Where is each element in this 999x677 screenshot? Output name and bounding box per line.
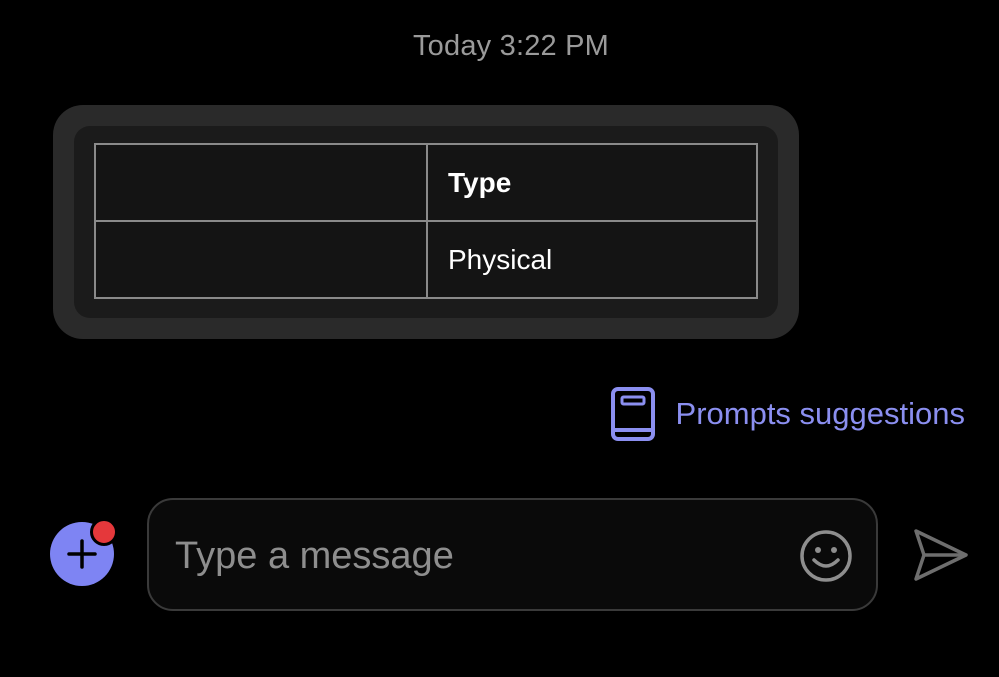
table-row: Physical	[94, 220, 758, 299]
table-cell	[94, 143, 428, 222]
message-table-container: Type Physical	[74, 126, 778, 318]
notification-dot	[90, 518, 118, 546]
table-cell: Physical	[426, 220, 758, 299]
send-icon	[914, 529, 968, 581]
table-header-cell: Type	[426, 143, 758, 222]
chat-screen: Today 3:22 PM Type Physical Prompts sugg…	[0, 0, 999, 677]
table-row: Type	[94, 143, 758, 222]
message-table: Type Physical	[94, 143, 758, 299]
emoji-button[interactable]	[798, 528, 854, 584]
message-input[interactable]	[173, 520, 777, 592]
message-timestamp: Today 3:22 PM	[412, 30, 610, 62]
send-button[interactable]	[910, 527, 970, 583]
table-cell	[94, 220, 428, 299]
prompts-suggestions-label: Prompts suggestions	[675, 396, 965, 431]
message-composer	[147, 498, 878, 611]
message-bubble: Type Physical	[53, 105, 799, 339]
smiley-icon	[800, 530, 852, 582]
book-icon	[610, 387, 655, 441]
prompts-suggestions-link[interactable]: Prompts suggestions	[610, 386, 965, 442]
plus-icon	[67, 539, 97, 569]
